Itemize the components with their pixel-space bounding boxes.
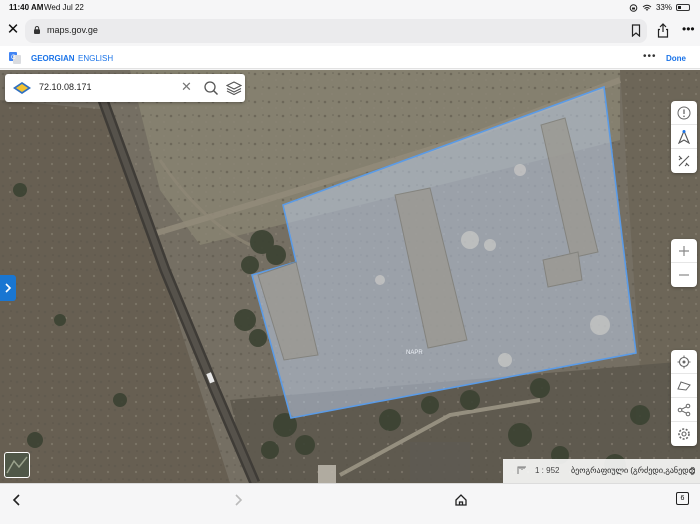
battery-icon (676, 4, 690, 11)
basemap-projection-select[interactable]: ბეოგრაფიული (გრძედი,განედი) (571, 466, 696, 475)
lock-icon (34, 26, 40, 34)
url-text: maps.gov.ge (47, 25, 98, 35)
navigation-button[interactable] (671, 125, 697, 149)
sidebar-expand-button[interactable] (0, 275, 16, 301)
browser-bar: ✕ maps.gov.ge ••• (0, 16, 700, 46)
status-bar: 11:40 AM Wed Jul 22 33% (0, 0, 700, 16)
napr-logo-icon (13, 82, 31, 94)
locate-button[interactable] (671, 350, 697, 374)
zoom-in-button[interactable] (671, 239, 697, 263)
browser-toolbar: 6 (0, 483, 700, 524)
bookmark-icon[interactable] (631, 24, 641, 37)
search-input[interactable]: 72.10.08.171 (39, 82, 92, 92)
satellite-imagery: NAPR (0, 70, 700, 483)
home-icon[interactable] (454, 493, 468, 507)
scale-text: 1 : 952 (535, 466, 560, 475)
tabs-button[interactable]: 6 (676, 492, 689, 505)
info-icon (677, 106, 691, 119)
map-canvas[interactable]: NAPR (0, 70, 700, 483)
forward-arrow-icon[interactable] (231, 493, 245, 507)
clear-search-icon[interactable]: ✕ (181, 80, 192, 94)
svg-text:G: G (11, 55, 16, 61)
plus-icon (679, 245, 689, 256)
translate-more-icon[interactable]: ••• (643, 51, 657, 62)
overview-minimap-button[interactable] (4, 452, 30, 478)
scale-ruler-icon (517, 466, 526, 474)
ruler-icon (678, 155, 690, 167)
back-arrow-icon[interactable] (10, 493, 24, 507)
select-arrows-icon[interactable] (689, 466, 695, 476)
scale-bar: 1 : 952 ბეოგრაფიული (გრძედი,განედი) (503, 459, 700, 483)
wifi-icon (642, 4, 652, 11)
parcel-search-box: 72.10.08.171 ✕ (5, 74, 245, 102)
zoom-controls (671, 239, 697, 287)
status-date: Wed Jul 22 (44, 3, 84, 12)
info-tools-group (671, 101, 697, 173)
layers-icon[interactable] (226, 80, 242, 96)
zoom-out-button[interactable] (671, 263, 697, 287)
share-icon[interactable] (657, 23, 669, 38)
translate-bar: G GEORGIAN ENGLISH ••• Done (0, 46, 700, 69)
minimap-thumbnail-icon (6, 456, 28, 474)
minus-icon (679, 274, 689, 276)
info-button[interactable] (671, 101, 697, 125)
draw-button[interactable] (671, 374, 697, 398)
lock-rotation-icon (629, 3, 638, 12)
draw-shape-icon (677, 380, 691, 391)
gear-icon (678, 428, 690, 440)
status-time: 11:40 AM (9, 3, 44, 12)
more-options-icon[interactable]: ••• (682, 22, 695, 36)
google-translate-icon: G (9, 52, 21, 64)
settings-button[interactable] (671, 422, 697, 446)
chevron-right-icon (5, 283, 12, 293)
share-nodes-icon (677, 403, 691, 416)
search-icon[interactable] (203, 80, 219, 96)
share-map-button[interactable] (671, 398, 697, 422)
measure-button[interactable] (671, 149, 697, 173)
crosshair-icon (677, 355, 691, 368)
lang-georgian-button[interactable]: GEORGIAN (31, 54, 75, 63)
parcel-label: NAPR (406, 350, 423, 356)
compass-icon (677, 129, 691, 144)
battery-percent: 33% (655, 3, 672, 12)
map-tools-group (671, 350, 697, 446)
done-button[interactable]: Done (666, 54, 686, 63)
close-icon[interactable]: ✕ (6, 22, 20, 37)
status-right: 33% (629, 3, 690, 12)
address-bar[interactable]: maps.gov.ge (25, 19, 647, 43)
lang-english-button[interactable]: ENGLISH (78, 54, 113, 63)
